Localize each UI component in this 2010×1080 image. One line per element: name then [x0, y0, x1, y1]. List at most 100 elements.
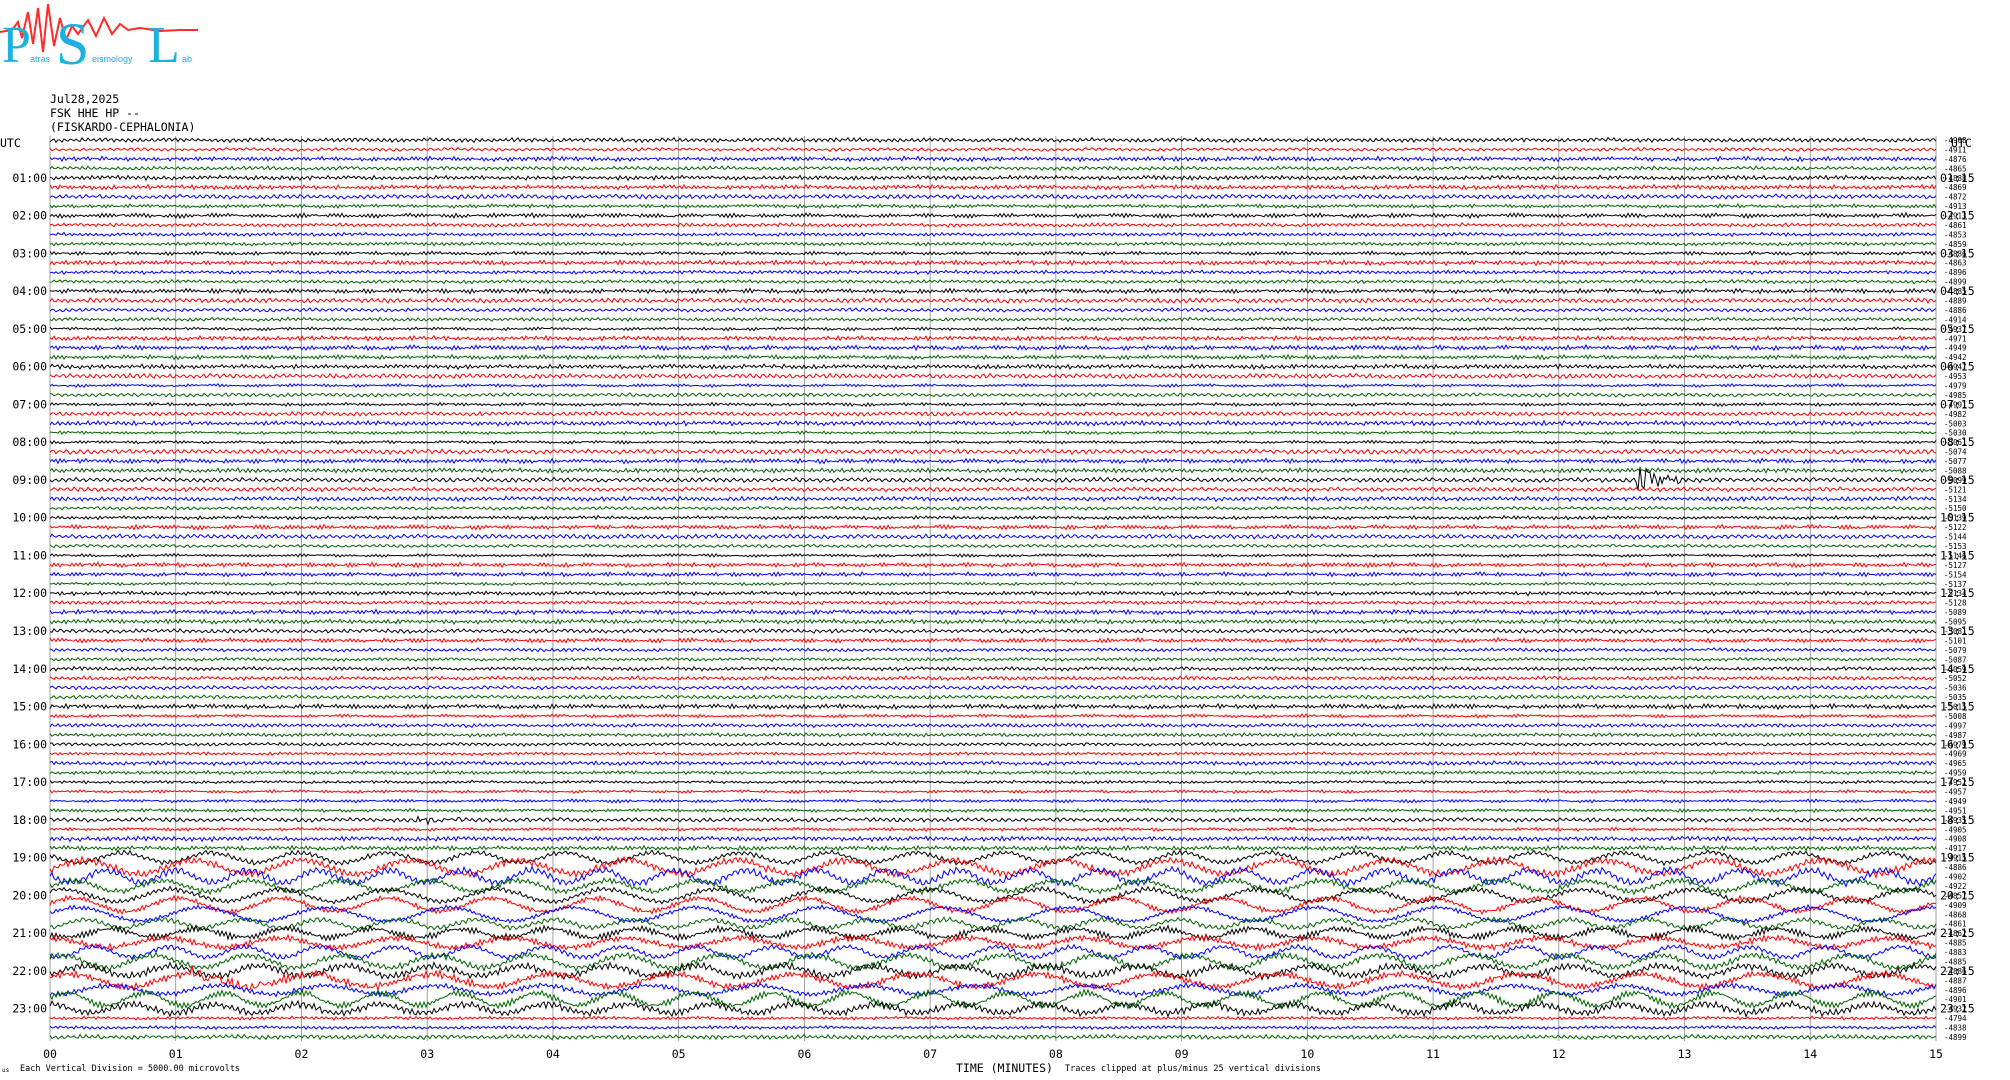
seismic-trace: [49, 363, 1937, 371]
hour-label-left: 19:00: [12, 851, 47, 865]
helicorder-plot: 00 01 02 03 04 05 06 07 08 09 10 11 12 13 14 15-4908-49…: [12, 136, 1975, 1061]
hour-label-right: 16:15: [1940, 737, 1975, 751]
seismic-trace: [49, 382, 1937, 389]
hour-label-left: 03:00: [12, 246, 47, 260]
hour-label-left: 12:00: [12, 586, 47, 600]
seismic-trace: [49, 296, 1937, 305]
hour-label-left: 15:00: [12, 700, 47, 714]
hour-label-left: 06:00: [12, 360, 47, 374]
hour-label-right: 05:15: [1940, 322, 1975, 336]
hour-label-right: 12:15: [1940, 586, 1975, 600]
trace-offset-label: -4908: [1944, 136, 1967, 145]
hour-label-right: 02:15: [1940, 209, 1975, 223]
seismic-trace: [49, 731, 1937, 739]
hour-label-left: 18:00: [12, 813, 47, 827]
x-tick-label: 15: [1929, 1047, 1943, 1061]
x-tick-label: 05: [672, 1047, 686, 1061]
hour-label-right: 15:15: [1940, 700, 1975, 714]
seismic-trace: [49, 599, 1937, 606]
seismic-trace: [49, 543, 1937, 549]
seismic-trace: [50, 581, 1937, 587]
seismic-trace: [49, 514, 1937, 521]
seismic-trace: [49, 608, 1937, 616]
hour-label-left: 09:00: [12, 473, 47, 487]
seismic-trace: [49, 999, 1937, 1019]
trace-offset-label: -4838: [1944, 1024, 1967, 1033]
hour-label-left: 20:00: [12, 888, 47, 902]
seismic-trace: [49, 665, 1937, 673]
x-tick-label: 13: [1678, 1047, 1692, 1061]
seismic-trace: [49, 211, 1937, 220]
trace-offset-label: -4949: [1944, 797, 1967, 806]
seismic-trace: [49, 307, 1937, 313]
seismic-trace: [49, 183, 1937, 191]
seismic-trace: [49, 401, 1937, 408]
hour-label-left: 07:00: [12, 397, 47, 411]
hour-label-left: 17:00: [12, 775, 47, 789]
seismic-trace: [49, 419, 1937, 427]
seismic-trace: [49, 372, 1937, 380]
hour-label-right: 01:15: [1940, 171, 1975, 185]
trace-offset-label: -4853: [1944, 230, 1967, 239]
clip-note: Traces clipped at plus/minus 25 vertical…: [1065, 1064, 1321, 1074]
seismic-trace: [49, 987, 1937, 1011]
seismic-trace: [49, 684, 1937, 691]
x-tick-label: 01: [169, 1047, 183, 1061]
seismic-trace: [49, 193, 1937, 201]
seismic-trace: [49, 552, 1937, 559]
seismic-trace: [49, 533, 1937, 540]
seismic-trace: [49, 429, 1937, 436]
seismic-trace: [49, 486, 1937, 493]
seismic-trace: [49, 146, 1937, 153]
seismic-trace: [49, 316, 1937, 323]
seismic-trace: [49, 751, 1937, 757]
seismic-trace: [49, 241, 1937, 247]
seismic-trace: [49, 466, 1937, 475]
hour-label-left: 04:00: [12, 284, 47, 298]
seismic-trace: [49, 1033, 1937, 1041]
seismic-trace: [49, 960, 1937, 981]
seismic-trace: [49, 174, 1937, 182]
seismic-trace: [49, 269, 1937, 276]
hour-label-right: 17:15: [1940, 775, 1975, 789]
trace-offset-label: -4899: [1944, 1033, 1967, 1042]
trace-offset-label: -4997: [1944, 721, 1967, 730]
seismic-trace: [49, 202, 1937, 210]
seismic-trace: [49, 221, 1937, 228]
seismic-trace: [49, 250, 1937, 257]
hour-label-left: 01:00: [12, 171, 47, 185]
vertical-division-note: Each Vertical Division = 5000.00 microvo…: [20, 1064, 241, 1074]
x-tick-label: 12: [1552, 1047, 1566, 1061]
trace-offset-label: -4896: [1944, 268, 1967, 277]
seismic-trace: [49, 353, 1937, 361]
trace-offset-label: -4872: [1944, 193, 1967, 202]
seismic-trace: [49, 759, 1937, 767]
trace-offset-label: -5003: [1944, 419, 1967, 428]
seismic-trace: [49, 439, 1937, 445]
hour-label-right: 11:15: [1940, 548, 1975, 562]
trace-offset-label: -5079: [1944, 646, 1967, 655]
x-tick-label: 10: [1300, 1047, 1314, 1061]
x-tick-label: 03: [420, 1047, 434, 1061]
hour-label-right: 07:15: [1940, 397, 1975, 411]
hour-label-right: 18:15: [1940, 813, 1975, 827]
seismic-trace: [49, 646, 1937, 653]
trace-offset-label: -4911: [1944, 145, 1967, 154]
seismic-trace: [49, 815, 1937, 826]
x-tick-label: 04: [546, 1047, 560, 1061]
hour-label-left: 22:00: [12, 964, 47, 978]
seismic-trace: [49, 694, 1937, 701]
seismic-trace: [49, 410, 1937, 418]
trace-offset-label: -5144: [1944, 533, 1967, 542]
seismic-trace: [49, 448, 1937, 456]
hour-label-right: 19:15: [1940, 851, 1975, 865]
seismic-trace: [49, 844, 1937, 852]
trace-offset-label: -4965: [1944, 759, 1967, 768]
trace-offset-label: -4896: [1944, 986, 1967, 995]
seismic-trace: [49, 505, 1937, 512]
trace-offset-label: -4883: [1944, 948, 1967, 957]
hour-label-right: 20:15: [1940, 888, 1975, 902]
seismic-trace: [49, 722, 1937, 729]
hour-label-right: 03:15: [1940, 246, 1975, 260]
seismic-trace: [49, 155, 1937, 163]
